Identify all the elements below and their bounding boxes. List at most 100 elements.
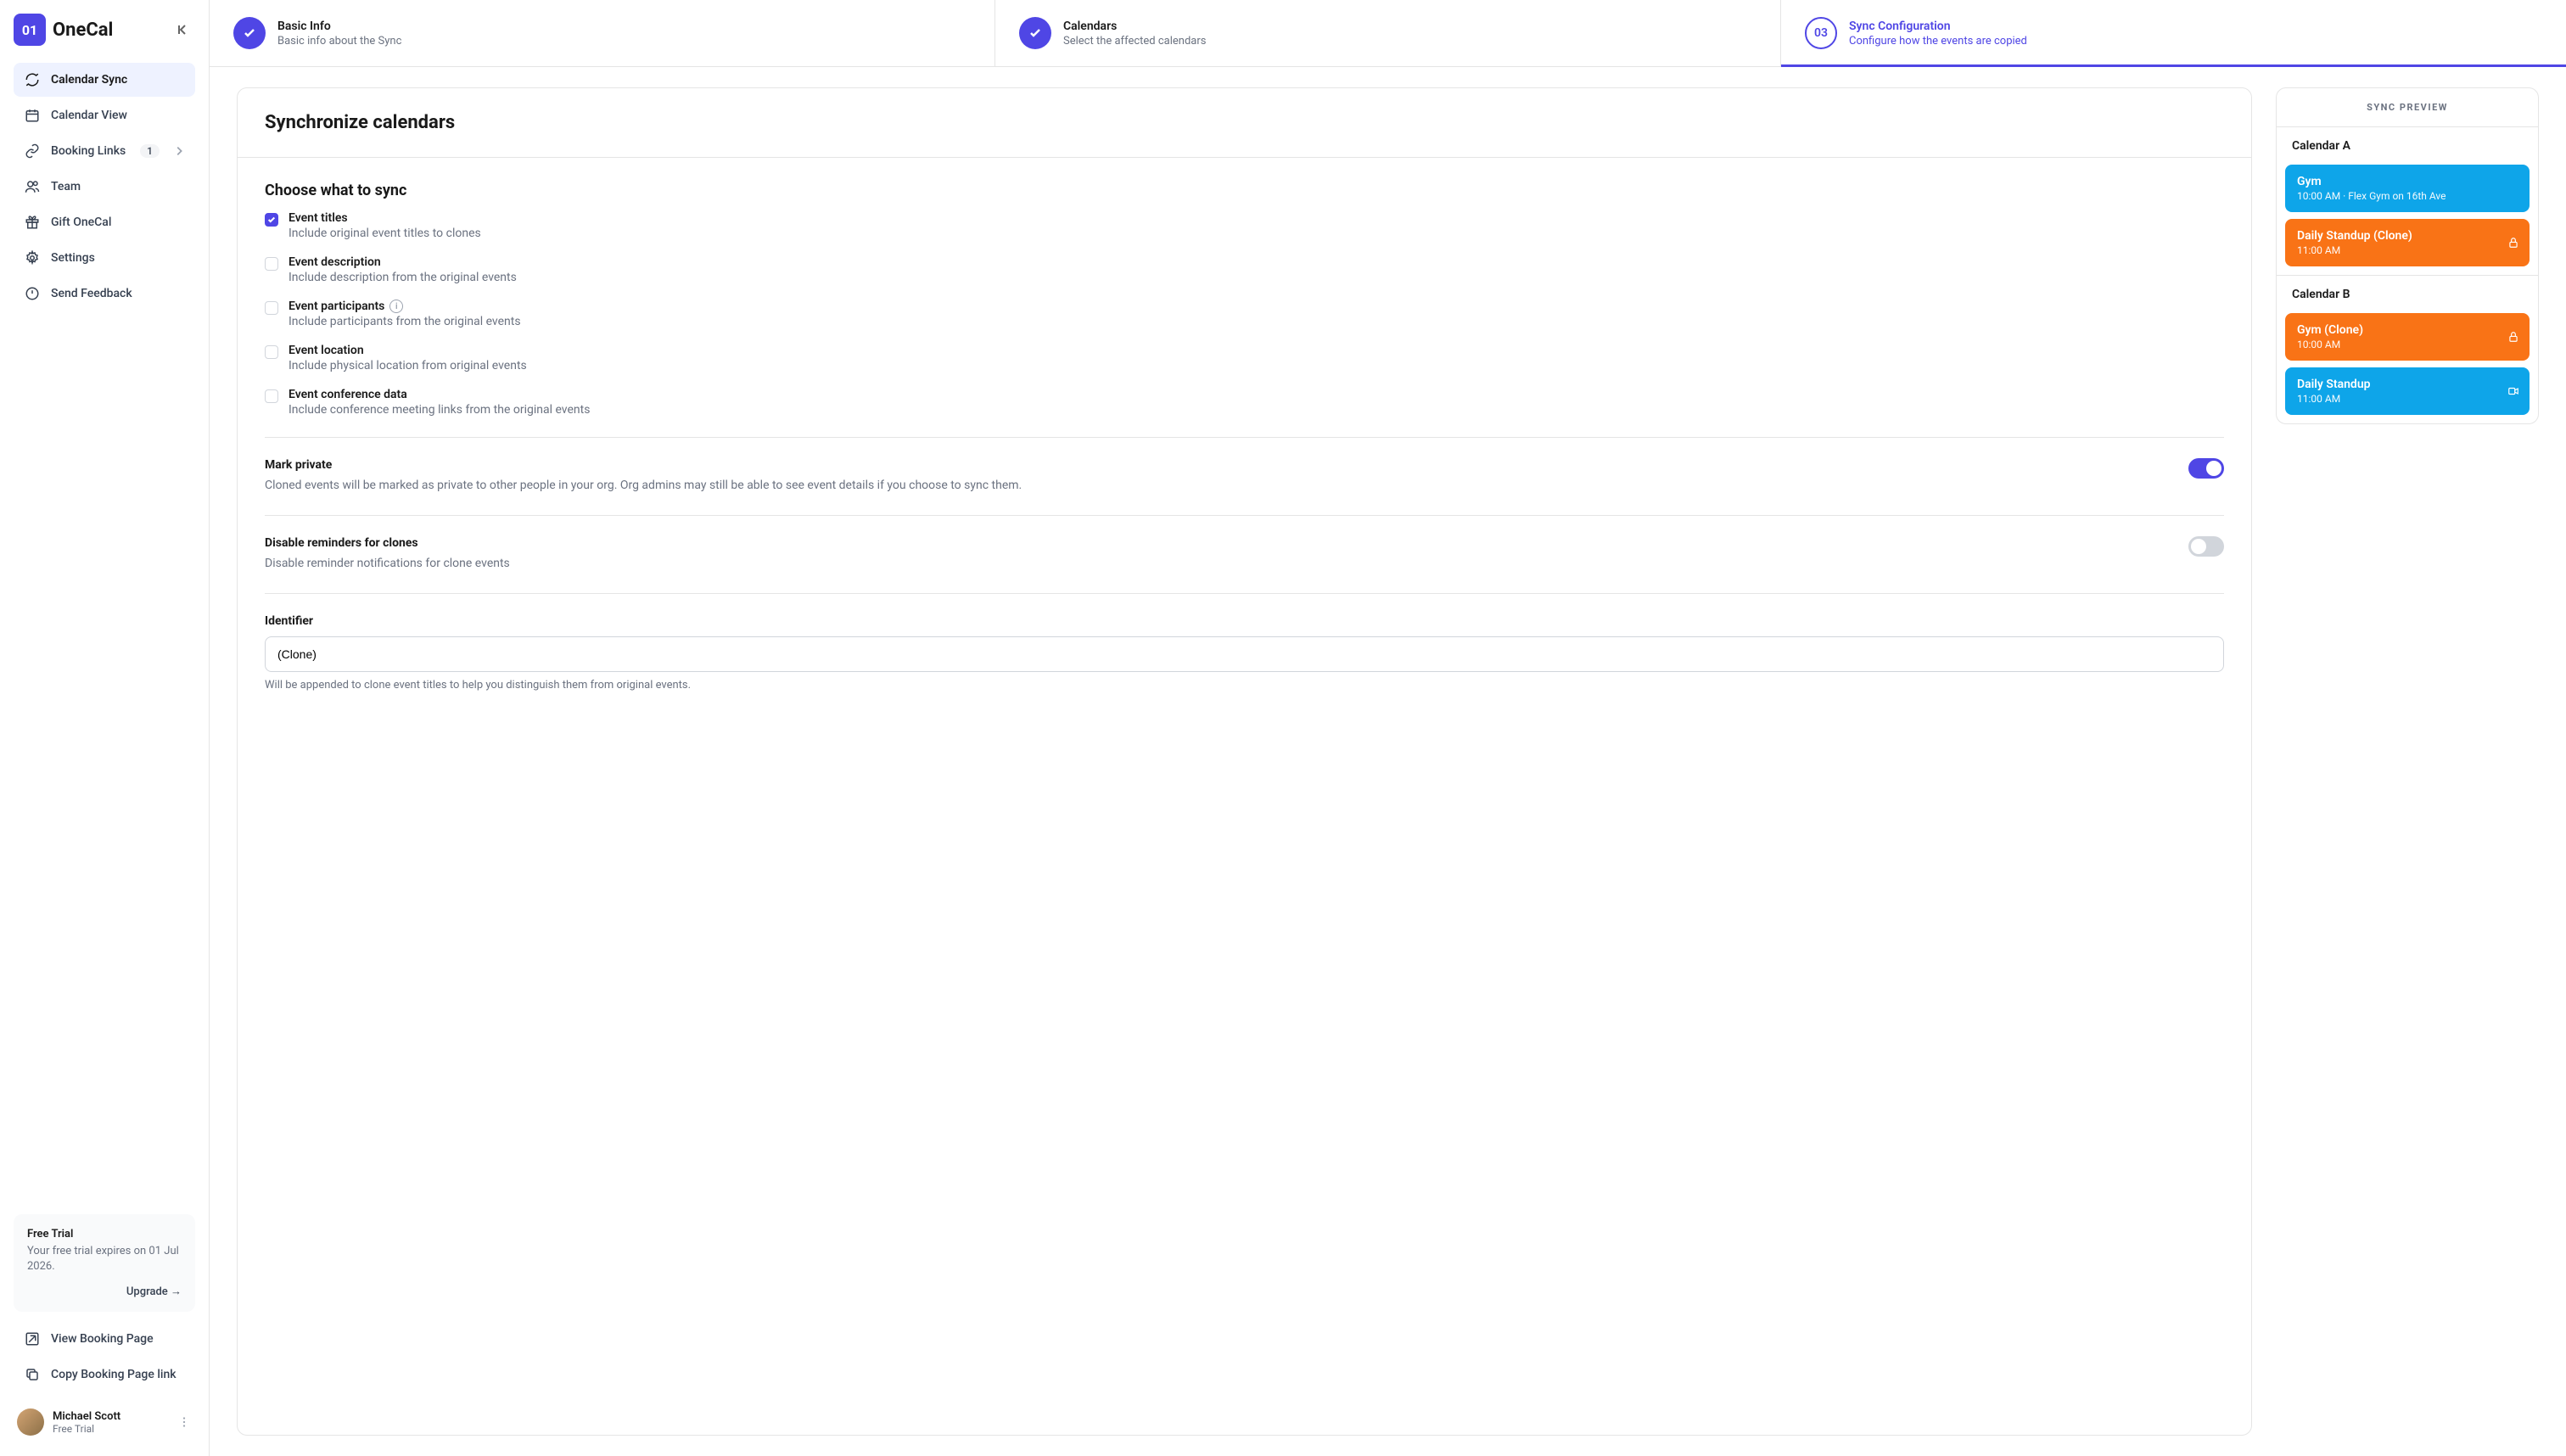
checkbox[interactable]: [265, 301, 278, 315]
option-desc: Include conference meeting links from th…: [289, 403, 590, 417]
step-text: Calendars Select the affected calendars: [1063, 20, 1206, 48]
check-icon: [233, 17, 266, 49]
user-name: Michael Scott: [53, 1410, 168, 1423]
cal-events: Gym (Clone) 10:00 AM Daily Standup 11:00…: [2277, 313, 2538, 423]
toggle-title: Disable reminders for clones: [265, 536, 2171, 550]
collapse-sidebar-button[interactable]: [171, 18, 195, 42]
preview-event: Daily Standup (Clone) 11:00 AM: [2285, 219, 2530, 266]
option-label: Event location: [289, 344, 527, 357]
option-event-conference: Event conference data Include conference…: [265, 388, 2224, 417]
step-basic-info[interactable]: Basic Info Basic info about the Sync: [210, 0, 995, 66]
option-label: Event participants i: [289, 300, 521, 313]
team-icon: [24, 178, 41, 195]
logo-text: OneCal: [53, 20, 113, 41]
link-icon: [24, 143, 41, 160]
nav-item-feedback[interactable]: Send Feedback: [14, 277, 195, 311]
event-sub: 11:00 AM: [2297, 244, 2518, 256]
option-event-location: Event location Include physical location…: [265, 344, 2224, 372]
mark-private: Mark private Cloned events will be marke…: [265, 458, 2224, 495]
divider: [265, 437, 2224, 438]
nav-item-booking-links[interactable]: Booking Links 1: [14, 134, 195, 168]
calendar-icon: [24, 107, 41, 124]
nav-label: Team: [51, 180, 81, 193]
check-icon: [1019, 17, 1051, 49]
preview-header: SYNC PREVIEW: [2277, 88, 2538, 127]
disable-reminders: Disable reminders for clones Disable rem…: [265, 536, 2224, 573]
preview-event: Daily Standup 11:00 AM: [2285, 367, 2530, 415]
avatar[interactable]: [17, 1408, 44, 1436]
content: Synchronize calendars Choose what to syn…: [210, 67, 2566, 1456]
video-icon: [2507, 385, 2519, 397]
card-header: Synchronize calendars: [238, 88, 2251, 158]
checkbox[interactable]: [265, 257, 278, 271]
nav-label: Calendar Sync: [51, 73, 127, 87]
lock-icon: [2507, 237, 2519, 249]
nav-item-calendar-view[interactable]: Calendar View: [14, 98, 195, 132]
step-sub: Select the affected calendars: [1063, 35, 1206, 48]
gift-icon: [24, 214, 41, 231]
event-sub: 10:00 AM: [2297, 339, 2518, 350]
step-calendars[interactable]: Calendars Select the affected calendars: [995, 0, 1781, 66]
option-event-description: Event description Include description fr…: [265, 255, 2224, 284]
nav-item-view-booking[interactable]: View Booking Page: [14, 1322, 195, 1356]
step-title: Calendars: [1063, 20, 1206, 33]
user-menu-button[interactable]: [176, 1414, 192, 1430]
option-label-text: Event participants: [289, 300, 384, 313]
option-desc: Include participants from the original e…: [289, 315, 521, 328]
checkbox[interactable]: [265, 345, 278, 359]
option-label: Event titles: [289, 211, 481, 225]
info-icon[interactable]: i: [389, 300, 403, 313]
option-desc: Include physical location from original …: [289, 359, 527, 372]
cal-b: Calendar B Gym (Clone) 10:00 AM Daily St…: [2277, 276, 2538, 423]
logo[interactable]: 01 OneCal: [14, 14, 113, 46]
trial-text: Your free trial expires on 01 Jul 2026.: [27, 1244, 182, 1274]
checkbox[interactable]: [265, 389, 278, 403]
user-info: Michael Scott Free Trial: [53, 1410, 168, 1435]
main: Basic Info Basic info about the Sync Cal…: [210, 0, 2566, 1456]
preview-event: Gym 10:00 AM · Flex Gym on 16th Ave: [2285, 165, 2530, 212]
step-sync-config[interactable]: 03 Sync Configuration Configure how the …: [1781, 0, 2566, 66]
event-title: Gym (Clone): [2297, 323, 2518, 337]
event-sub: 10:00 AM · Flex Gym on 16th Ave: [2297, 190, 2518, 202]
toggle-disable-reminders[interactable]: [2188, 536, 2224, 557]
identifier-input[interactable]: [265, 636, 2224, 672]
step-title: Sync Configuration: [1849, 20, 2027, 33]
stepper: Basic Info Basic info about the Sync Cal…: [210, 0, 2566, 67]
card-body: Choose what to sync Event titles Include…: [238, 158, 2251, 715]
nav-label: Copy Booking Page link: [51, 1368, 176, 1381]
nav-item-team[interactable]: Team: [14, 170, 195, 204]
nav-label: Booking Links: [51, 144, 126, 158]
nav-item-calendar-sync[interactable]: Calendar Sync: [14, 63, 195, 97]
nav-item-copy-booking[interactable]: Copy Booking Page link: [14, 1358, 195, 1392]
event-title: Daily Standup: [2297, 378, 2518, 391]
external-icon: [24, 1330, 41, 1347]
nav-item-settings[interactable]: Settings: [14, 241, 195, 275]
option-desc: Include original event titles to clones: [289, 227, 481, 240]
toggle-desc: Disable reminder notifications for clone…: [265, 555, 2171, 573]
preview-event: Gym (Clone) 10:00 AM: [2285, 313, 2530, 361]
toggle-mark-private[interactable]: [2188, 458, 2224, 479]
step-text: Basic Info Basic info about the Sync: [277, 20, 401, 48]
option-event-titles: Event titles Include original event titl…: [265, 211, 2224, 240]
config-card: Synchronize calendars Choose what to syn…: [237, 87, 2252, 1436]
checkbox[interactable]: [265, 213, 278, 227]
copy-icon: [24, 1366, 41, 1383]
option-label: Event conference data: [289, 388, 590, 401]
gear-icon: [24, 249, 41, 266]
option-desc: Include description from the original ev…: [289, 271, 517, 284]
event-title: Daily Standup (Clone): [2297, 229, 2518, 243]
user-plan: Free Trial: [53, 1423, 168, 1435]
feedback-icon: [24, 285, 41, 302]
nav-item-gift[interactable]: Gift OneCal: [14, 205, 195, 239]
badge: 1: [140, 144, 160, 158]
step-title: Basic Info: [277, 20, 401, 33]
sidebar-header: 01 OneCal: [14, 14, 195, 46]
identifier-hint: Will be appended to clone event titles t…: [265, 679, 2224, 692]
event-title: Gym: [2297, 175, 2518, 188]
upgrade-link[interactable]: Upgrade →: [27, 1285, 182, 1298]
nav-label: View Booking Page: [51, 1332, 154, 1346]
step-sub: Configure how the events are copied: [1849, 35, 2027, 48]
nav-label: Gift OneCal: [51, 216, 111, 229]
step-text: Sync Configuration Configure how the eve…: [1849, 20, 2027, 48]
lock-icon: [2507, 331, 2519, 343]
